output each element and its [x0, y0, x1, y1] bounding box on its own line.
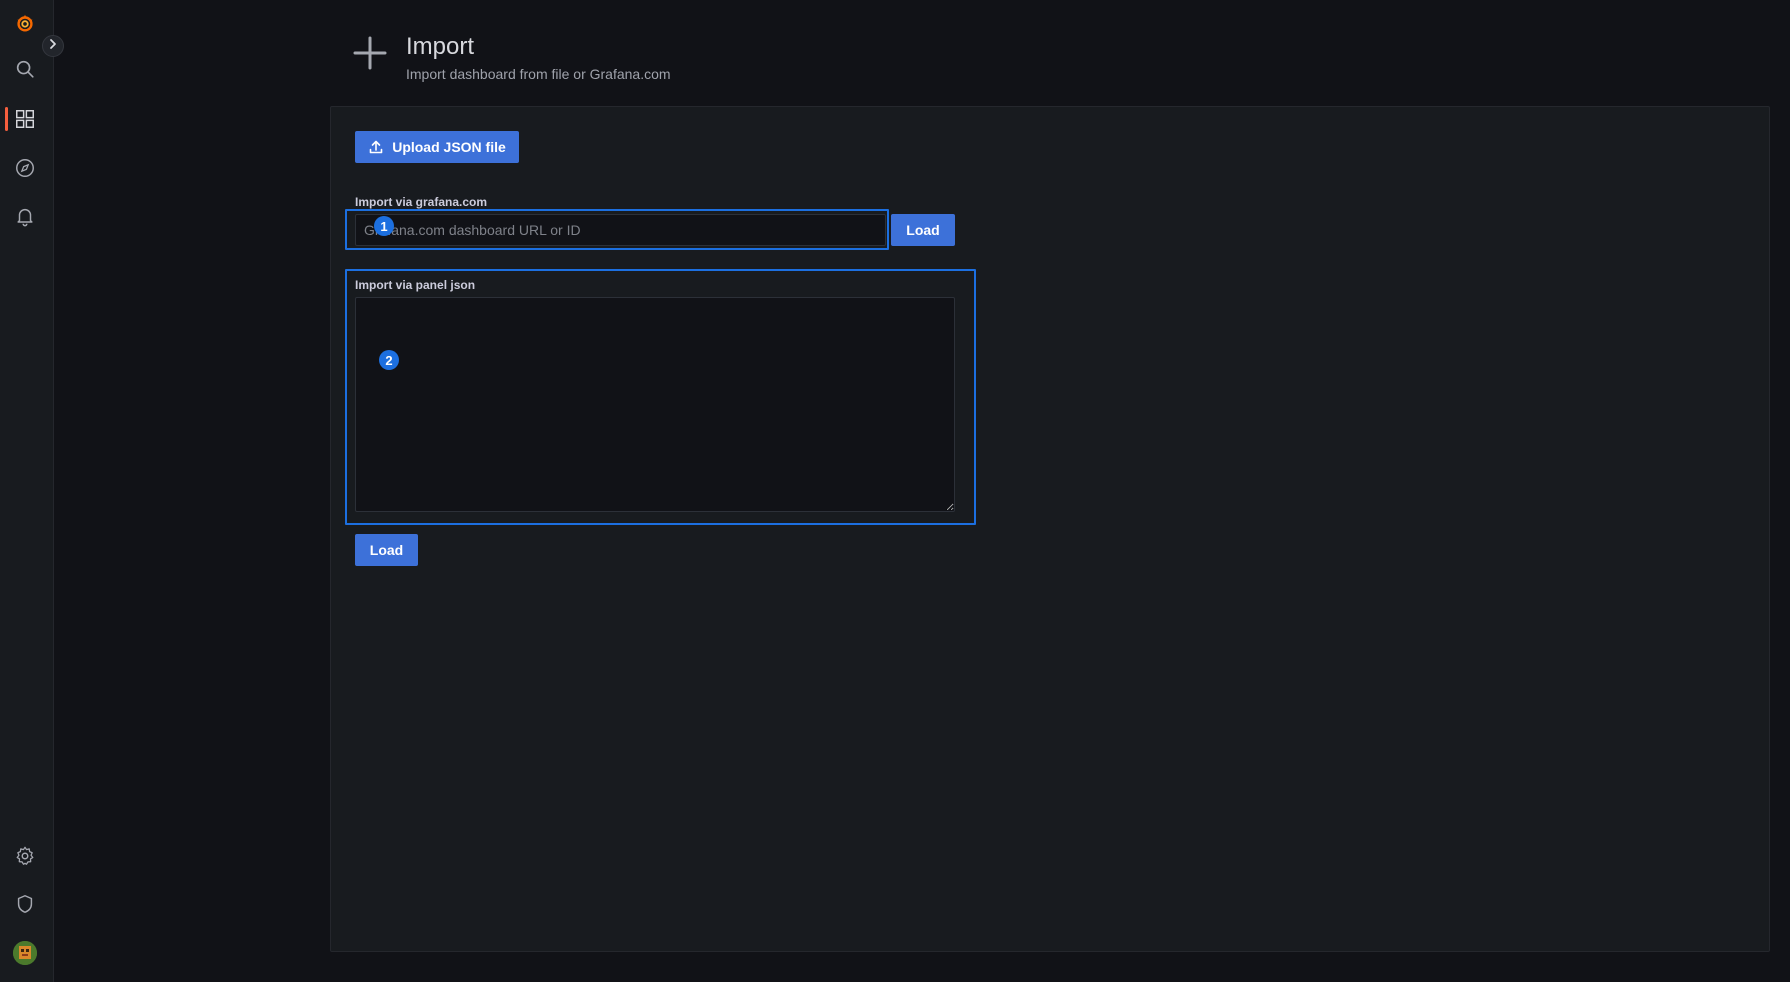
- grafana-url-input[interactable]: [355, 214, 886, 246]
- page-subtitle: Import dashboard from file or Grafana.co…: [406, 66, 671, 82]
- upload-button-label: Upload JSON file: [392, 139, 506, 155]
- upload-json-button[interactable]: Upload JSON file: [355, 131, 519, 163]
- search-icon[interactable]: [13, 57, 37, 81]
- alerting-bell-icon[interactable]: [13, 204, 37, 228]
- load-url-button[interactable]: Load: [891, 214, 955, 246]
- active-indicator: [5, 107, 8, 131]
- sidebar: [0, 0, 54, 982]
- plus-icon: [349, 32, 391, 74]
- upload-icon: [368, 139, 392, 155]
- configuration-gear-icon[interactable]: [13, 844, 37, 868]
- panel-json-textarea[interactable]: [355, 297, 955, 512]
- page-title: Import: [406, 33, 475, 60]
- sidebar-expand-button[interactable]: [42, 35, 64, 57]
- grafana-import-label: Import via grafana.com: [355, 195, 488, 209]
- server-admin-shield-icon[interactable]: [13, 892, 37, 916]
- chevron-right-icon: [47, 37, 59, 55]
- load-json-button[interactable]: Load: [355, 534, 418, 566]
- panel-json-label: Import via panel json: [355, 278, 476, 292]
- explore-compass-icon[interactable]: [13, 156, 37, 180]
- grafana-logo-icon[interactable]: [13, 11, 37, 35]
- page-header: Import Import dashboard from file or Gra…: [349, 28, 671, 82]
- user-avatar[interactable]: [13, 941, 37, 965]
- header-text: Import Import dashboard from file or Gra…: [406, 28, 671, 82]
- dashboards-icon[interactable]: [13, 107, 37, 131]
